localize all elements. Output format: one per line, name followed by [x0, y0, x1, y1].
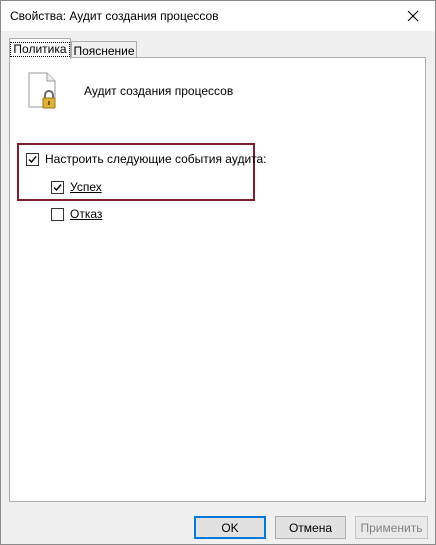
tab-explanation-label: Пояснение	[73, 43, 135, 58]
tab-panel	[9, 57, 426, 502]
properties-dialog: Свойства: Аудит создания процессов Полит…	[0, 0, 436, 545]
success-checkbox[interactable]	[51, 181, 64, 194]
window-title: Свойства: Аудит создания процессов	[10, 9, 219, 23]
ok-button[interactable]: OK	[194, 516, 266, 539]
close-icon	[407, 10, 419, 22]
failure-checkbox[interactable]	[51, 208, 64, 221]
cancel-button[interactable]: Отмена	[275, 516, 346, 539]
tab-policy[interactable]: Политика	[9, 38, 71, 59]
policy-name: Аудит создания процессов	[84, 84, 234, 98]
configure-audit-label[interactable]: Настроить следующие события аудита:	[45, 152, 267, 166]
failure-label[interactable]: Отказ	[70, 207, 102, 221]
configure-audit-checkbox[interactable]	[26, 153, 39, 166]
tab-policy-label: Политика	[10, 41, 70, 57]
checkmark-icon	[53, 184, 62, 192]
title-bar[interactable]: Свойства: Аудит создания процессов	[1, 1, 435, 31]
success-label[interactable]: Успех	[70, 180, 102, 194]
apply-button[interactable]: Применить	[355, 516, 428, 539]
close-button[interactable]	[391, 1, 435, 31]
checkmark-icon	[28, 156, 37, 164]
document-lock-icon	[28, 72, 56, 109]
